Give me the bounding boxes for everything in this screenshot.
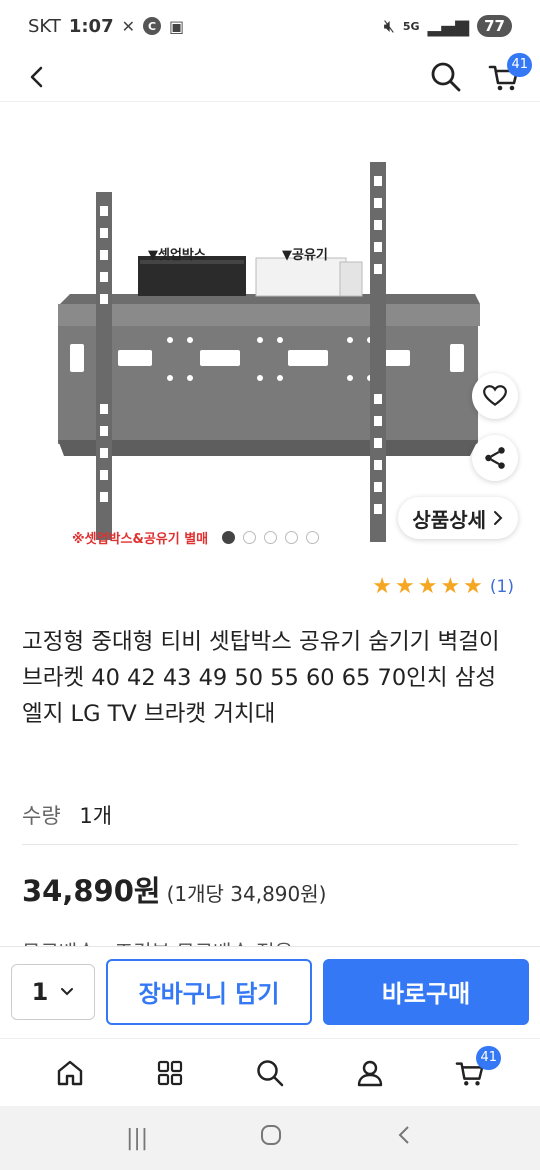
person-icon: [357, 1060, 383, 1086]
nav-categories[interactable]: [145, 1048, 195, 1098]
vibrate-icon: ▣: [169, 16, 185, 36]
time-label: 1:07: [68, 15, 114, 37]
star-icon: ★: [394, 574, 415, 599]
nav-home[interactable]: [45, 1048, 95, 1098]
search-button[interactable]: [426, 57, 466, 97]
cart-count-badge: 41: [476, 1045, 501, 1070]
back-arrow-icon: [30, 66, 43, 87]
quantity-label: 수량: [22, 804, 61, 828]
buy-now-button[interactable]: 바로구매: [323, 958, 529, 1025]
bottom-navigation: 41: [0, 1038, 540, 1106]
star-icon: ★: [417, 574, 438, 599]
grid-icon: [157, 1060, 183, 1085]
share-icon: [485, 447, 505, 469]
cart-button[interactable]: 41: [484, 52, 532, 97]
heart-icon: [483, 385, 507, 406]
search-icon: [431, 62, 461, 91]
battery-indicator: 77: [477, 15, 512, 37]
mute-icon: 🔇︎: [383, 15, 395, 37]
system-navigation-bar: |||: [0, 1106, 540, 1170]
pagination-dot[interactable]: [264, 531, 277, 544]
star-icon: ★: [440, 574, 461, 599]
quantity-value: 1개: [79, 804, 113, 828]
add-to-cart-button[interactable]: 장바구니 담기: [106, 958, 312, 1025]
cart-count-badge: 41: [507, 52, 532, 77]
pagination-dot[interactable]: [306, 531, 319, 544]
product-detail-button[interactable]: 상품상세: [398, 497, 518, 539]
share-button[interactable]: [472, 435, 518, 481]
chevron-right-icon: [494, 511, 503, 525]
product-detail-label: 상품상세: [412, 507, 486, 532]
quantity-info: 수량 1개: [22, 800, 112, 830]
back-button[interactable]: [18, 57, 58, 97]
rating-summary[interactable]: ★ ★ ★ ★ ★ (1): [372, 576, 514, 598]
missed-call-icon: ✕: [121, 16, 136, 36]
carrier-label: SKT: [28, 15, 61, 37]
chevron-down-icon: [61, 987, 74, 995]
home-system-button[interactable]: [260, 1124, 282, 1152]
purchase-action-bar: 1 장바구니 담기 바로구매: [0, 946, 540, 1036]
star-icon: ★: [463, 574, 483, 599]
price-block: 34,890원 (1개당 34,890원): [22, 868, 326, 910]
divider: [22, 844, 518, 845]
label-settop-box: ▼셋업박스: [148, 248, 206, 263]
quantity-select-value: 1: [31, 977, 49, 1006]
product-image-gallery[interactable]: ▼셋업박스 ▼공유기: [0, 104, 540, 564]
unit-price: (1개당 34,890원): [166, 882, 327, 906]
back-chevron-icon: [398, 1126, 409, 1144]
price: 34,890원: [22, 874, 161, 908]
circle-home-icon: [261, 1125, 282, 1145]
nav-search[interactable]: [245, 1048, 295, 1098]
pagination-dot[interactable]: [243, 531, 256, 544]
gallery-pagination: [222, 531, 319, 544]
status-bar: SKT 1:07 ✕ C ▣ 🔇︎ 5G ▂▄▆ 77: [0, 0, 540, 52]
signal-icon: ▂▄▆: [427, 15, 470, 37]
top-app-bar: 41: [0, 52, 540, 102]
quantity-select[interactable]: 1: [11, 963, 95, 1020]
image-caption: ※셋업박스&공유기 별매: [72, 532, 209, 547]
label-router: ▼공유기: [282, 248, 328, 263]
review-count[interactable]: (1): [490, 577, 514, 597]
product-title: 고정형 중대형 티비 셋탑박스 공유기 숨기기 벽걸이 브라켓 40 42 43…: [22, 629, 500, 727]
pagination-dot[interactable]: [222, 531, 235, 544]
wishlist-button[interactable]: [472, 373, 518, 419]
nav-cart[interactable]: 41: [445, 1045, 501, 1098]
pagination-dot[interactable]: [285, 531, 298, 544]
network-label: 5G: [402, 19, 420, 33]
nav-my-page[interactable]: [345, 1048, 395, 1098]
search-icon: [257, 1059, 284, 1086]
home-icon: [57, 1060, 83, 1085]
recent-apps-button[interactable]: |||: [126, 1126, 148, 1151]
back-system-button[interactable]: [394, 1124, 414, 1152]
star-icon: ★: [372, 574, 392, 599]
c-notification-icon: C: [143, 17, 162, 35]
